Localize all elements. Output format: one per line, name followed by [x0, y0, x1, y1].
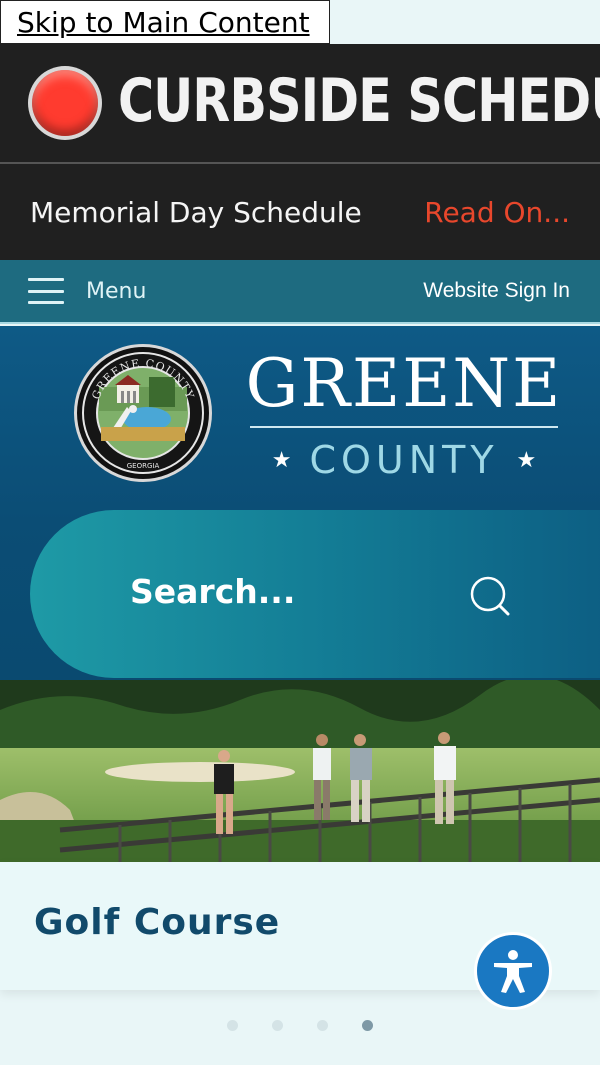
- seal-text-bottom: GEORGIA: [127, 462, 160, 470]
- slide-dot-1[interactable]: [227, 1020, 238, 1031]
- county-seal-logo[interactable]: GREENE COUNTY GEORGIA: [74, 344, 212, 482]
- menu-label: Menu: [86, 278, 147, 304]
- county-subtitle: ★ COUNTY ★: [244, 438, 564, 482]
- accessibility-person-icon: [494, 950, 532, 993]
- county-name: GREENE: [245, 345, 563, 422]
- slide-title[interactable]: Golf Course: [34, 902, 280, 943]
- slide-pagination: [0, 1020, 600, 1040]
- search-bar[interactable]: Search...: [30, 510, 600, 678]
- search-icon[interactable]: [468, 574, 512, 618]
- county-word: COUNTY: [309, 438, 499, 482]
- hamburger-icon: [28, 278, 64, 304]
- red-alert-dot-icon: [32, 70, 98, 136]
- slide-dot-3[interactable]: [317, 1020, 328, 1031]
- top-navigation: Menu Website Sign In: [0, 260, 600, 324]
- skip-to-main-content-link[interactable]: Skip to Main Content: [0, 0, 330, 44]
- star-icon: ★: [271, 447, 292, 473]
- slide-dot-2[interactable]: [272, 1020, 283, 1031]
- notice-bar: Memorial Day Schedule Read On...: [0, 164, 600, 260]
- read-on-link[interactable]: Read On...: [424, 196, 570, 229]
- county-seal-graphic: GREENE COUNTY GEORGIA: [82, 352, 204, 474]
- golf-course-photo: [0, 680, 600, 862]
- notice-text: Memorial Day Schedule: [30, 195, 362, 229]
- alert-title: CURBSIDE SCHEDULE: [118, 66, 600, 136]
- menu-button[interactable]: Menu: [28, 278, 146, 304]
- star-icon: ★: [516, 447, 537, 473]
- hero-slide-image: [0, 680, 600, 862]
- slide-dot-4[interactable]: [362, 1020, 373, 1031]
- wordmark-divider: [250, 426, 558, 428]
- website-sign-in-link[interactable]: Website Sign In: [423, 279, 570, 303]
- search-input[interactable]: Search...: [130, 572, 295, 611]
- alert-banner[interactable]: CURBSIDE SCHEDULE: [0, 44, 600, 162]
- county-wordmark[interactable]: GREENE ★ COUNTY ★: [244, 344, 564, 482]
- accessibility-button[interactable]: [474, 932, 552, 1010]
- site-header: GREENE COUNTY GEORGIA GREENE ★ COUNTY ★ …: [0, 326, 600, 680]
